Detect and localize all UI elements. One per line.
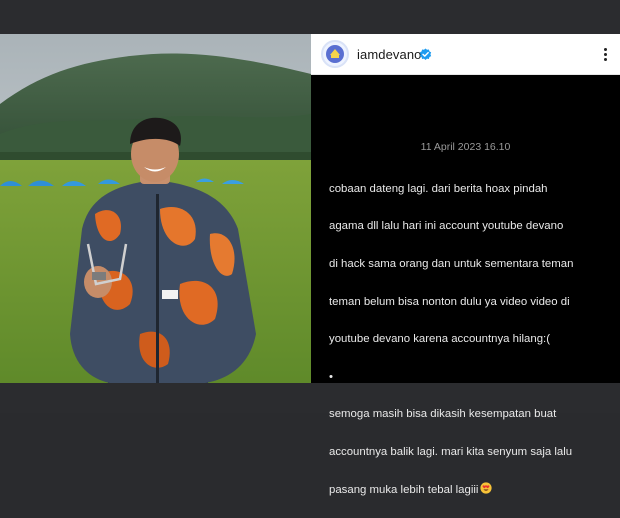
post-timestamp: 11 April 2023 16.10 [420,141,511,153]
caption-line: pasang muka lebih tebal lagiii [329,483,479,496]
caption-bullet: • [329,370,333,383]
story-text-post: 11 April 2023 16.10 cobaan dateng lagi. … [311,75,620,496]
caption-line: cobaan dateng lagi. dari berita hoax pin… [329,182,548,195]
caption-line: teman belum bisa nonton dulu ya video vi… [329,295,570,308]
screenshot-frame: iamdevano 11 April 2023 16.10 cobaan dat… [0,0,620,496]
more-dot [603,57,607,61]
more-dot [603,47,607,51]
verified-badge-icon [419,48,432,60]
post-photo [0,34,311,383]
caption-line: di hack sama orang dan untuk sementara t… [329,257,574,270]
caption-line: accountnya balik lagi. mari kita senyum … [329,445,573,458]
more-dot [603,52,607,56]
avatar-logo-icon[interactable] [321,40,349,68]
profile-username[interactable]: iamdevano [357,47,422,62]
heart-eyes-emoji-icon [480,481,493,494]
post-caption: cobaan dateng lagi. dari berita hoax pin… [329,161,609,518]
caption-last-line: pasang muka lebih tebal lagiii [329,481,609,500]
caption-line: semoga masih bisa dikasih kesempatan bua… [329,408,557,421]
post-header: iamdevano [311,34,620,75]
caption-line: youtube devano karena accountnya hilang:… [329,333,551,346]
caption-line: agama dll lalu hari ini account youtube … [329,220,564,233]
more-options-icon[interactable] [598,43,612,65]
